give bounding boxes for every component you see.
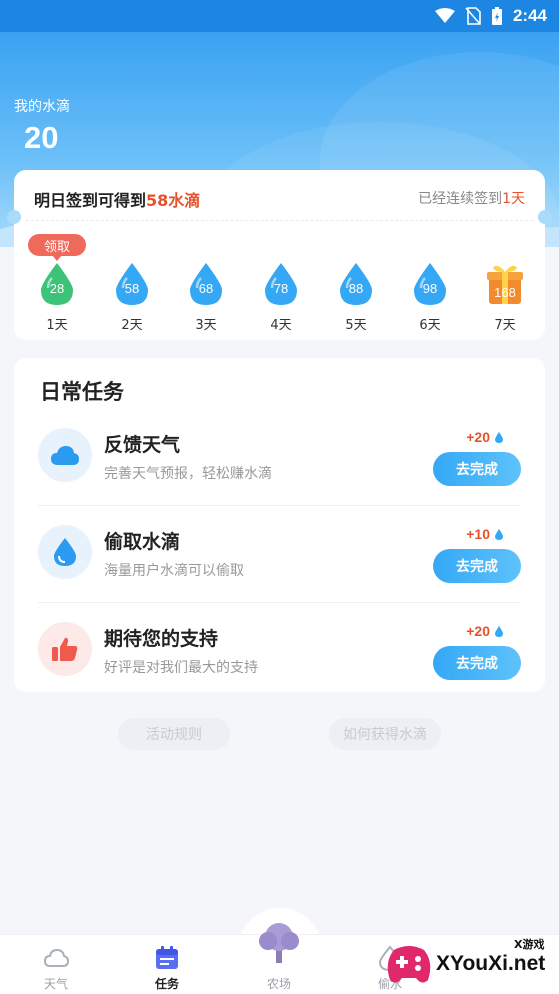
activity-rules-button[interactable]: 活动规则 <box>118 718 230 750</box>
signin-day: 58 2天 <box>102 262 162 333</box>
day-reward-value: 168 <box>494 285 516 300</box>
nav-item-farm[interactable]: 农场 <box>234 923 324 994</box>
streak-days: 1天 <box>502 191 525 207</box>
thumbs-up-icon <box>38 622 92 676</box>
watermark-text: XYouXi.net <box>436 952 546 975</box>
task-title: 反馈天气 <box>104 434 181 456</box>
divider <box>26 220 533 221</box>
streak-prefix: 已经连续签到 <box>418 191 503 207</box>
signin-day: 78 4天 <box>251 262 311 333</box>
status-time: 2:44 <box>512 6 547 25</box>
nav-label: 天气 <box>43 977 68 991</box>
day-reward-value: 28 <box>49 281 65 296</box>
calendar-icon <box>156 946 178 969</box>
day-reward-value: 58 <box>124 281 140 296</box>
divider <box>38 505 521 506</box>
task-row-feedback-weather: 反馈天气 完善天气预报，轻松赚水滴 +20 去完成 <box>38 410 521 506</box>
my-drops-count: 20 <box>24 120 59 155</box>
task-desc: 好评是对我们最大的支持 <box>104 660 258 676</box>
day-label: 1天 <box>46 318 68 333</box>
task-reward-amount: +20 <box>466 623 490 639</box>
card-notch <box>7 210 21 224</box>
day-label: 6天 <box>419 318 441 333</box>
signin-day: 98 6天 <box>400 262 460 333</box>
day-label: 2天 <box>121 318 143 333</box>
tomorrow-reward-amount: 58水滴 <box>146 191 201 210</box>
signin-day[interactable]: 28 1天 <box>27 262 87 333</box>
tasks-title: 日常任务 <box>40 380 124 404</box>
task-desc: 完善天气预报，轻松赚水滴 <box>104 466 272 482</box>
task-title: 期待您的支持 <box>104 628 219 650</box>
day-label: 4天 <box>270 318 292 333</box>
task-reward: +10 <box>466 526 503 542</box>
go-complete-button[interactable]: 去完成 <box>433 646 521 680</box>
signin-day: 88 5天 <box>326 262 386 333</box>
daily-tasks-card: 日常任务 反馈天气 完善天气预报，轻松赚水滴 +20 去完成 偷取水滴 海量用户… <box>14 358 545 692</box>
task-reward-amount: +10 <box>466 526 490 542</box>
water-drop-icon <box>495 625 503 637</box>
no-sim-icon <box>465 7 481 25</box>
streak-text: 已经连续签到1天 <box>418 188 525 208</box>
task-reward: +20 <box>466 429 503 445</box>
task-row-support: 期待您的支持 好评是对我们最大的支持 +20 去完成 <box>38 604 521 700</box>
watermark-small: X游戏 <box>514 938 545 951</box>
watermark: X游戏 XYouXi.net <box>378 932 559 994</box>
tree-icon <box>259 923 299 963</box>
wifi-icon <box>434 8 455 24</box>
task-reward: +20 <box>466 623 503 639</box>
signin-day: 168 7天 <box>475 262 535 333</box>
task-reward-amount: +20 <box>466 429 490 445</box>
task-title: 偷取水滴 <box>104 531 181 553</box>
nav-label: 任务 <box>154 977 179 991</box>
day-reward-value: 98 <box>422 281 438 296</box>
day-reward-value: 88 <box>348 281 364 296</box>
divider <box>38 602 521 603</box>
nav-item-weather[interactable]: 天气 <box>11 935 101 994</box>
day-reward-value: 68 <box>198 281 214 296</box>
cloud-outline-icon <box>43 948 69 967</box>
signin-card: 明日签到可得到58水滴 已经连续签到1天 领取 28 1天 58 2天 68 3天 78 4天… <box>7 170 552 340</box>
status-bar: 2:44 <box>0 0 559 32</box>
go-complete-button[interactable]: 去完成 <box>433 549 521 583</box>
task-desc: 海量用户水滴可以偷取 <box>104 563 244 579</box>
day-label: 3天 <box>195 318 217 333</box>
water-drop-icon <box>495 528 503 540</box>
day-label: 5天 <box>345 318 367 333</box>
gamepad-logo-icon <box>387 946 431 983</box>
how-to-get-drops-button[interactable]: 如何获得水滴 <box>329 718 441 750</box>
nav-item-tasks[interactable]: 任务 <box>122 935 212 994</box>
cloud-icon <box>38 428 92 482</box>
water-drop-icon <box>495 431 503 443</box>
task-row-steal-drops: 偷取水滴 海量用户水滴可以偷取 +10 去完成 <box>38 507 521 603</box>
nav-label: 农场 <box>266 977 291 991</box>
go-complete-button[interactable]: 去完成 <box>433 452 521 486</box>
claim-button[interactable]: 领取 <box>28 234 86 261</box>
day-label: 7天 <box>494 318 516 333</box>
battery-charging-icon <box>491 6 503 26</box>
my-drops-label: 我的水滴 <box>14 99 70 115</box>
signin-day: 68 3天 <box>176 262 236 333</box>
water-drop-icon <box>38 525 92 579</box>
tomorrow-reward-text: 明日签到可得到58水滴 <box>34 187 200 211</box>
day-reward-value: 78 <box>273 281 289 296</box>
card-notch <box>538 210 552 224</box>
tomorrow-prefix: 明日签到可得到 <box>34 191 147 210</box>
